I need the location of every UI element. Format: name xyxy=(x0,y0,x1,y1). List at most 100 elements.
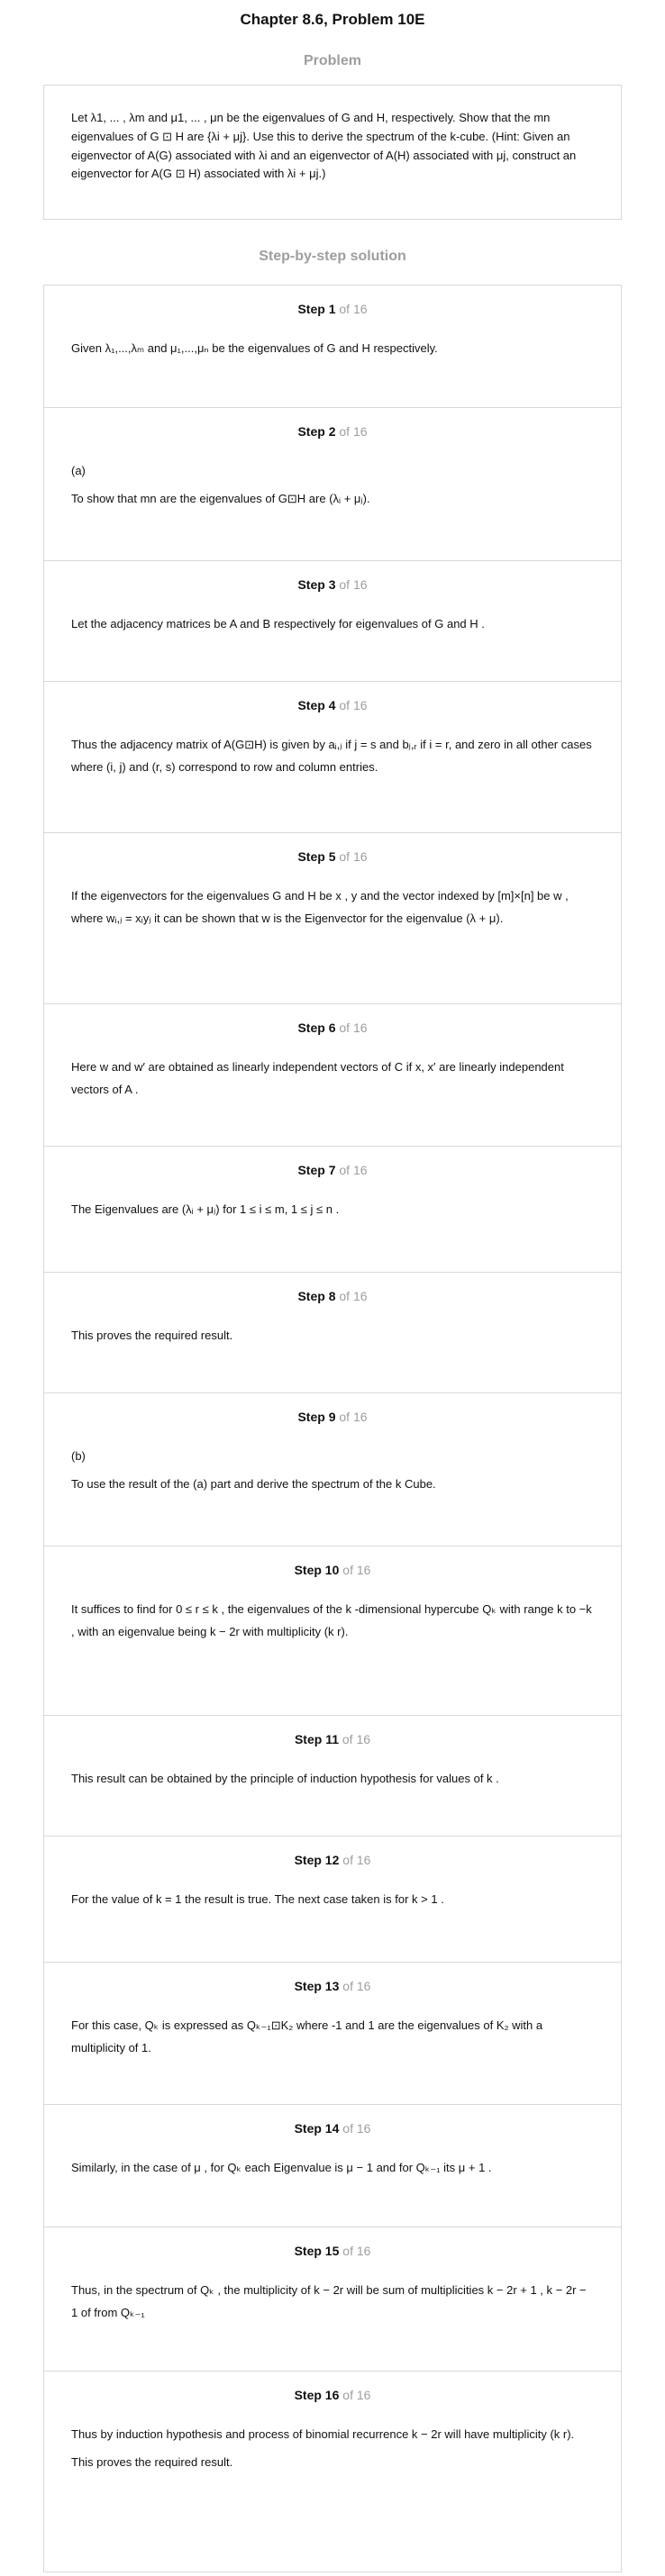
step-label: Step 10 xyxy=(294,1563,340,1577)
problem-heading: Problem xyxy=(303,53,361,68)
step-header: Step 1 of 16 xyxy=(71,300,594,318)
solution-step: Step 12 of 16 For the value of k = 1 the … xyxy=(44,1837,621,1963)
step-text: To use the result of the (a) part and de… xyxy=(71,1476,436,1491)
solution-step: Step 9 of 16 (b) To use the result of the … xyxy=(44,1393,621,1547)
step-text: For this case, Qₖ is expressed as Qₖ₋₁⊡K… xyxy=(71,2018,543,2054)
step-label: Step 3 xyxy=(297,577,336,592)
step-count: of 16 xyxy=(339,1410,368,1424)
step-body: This proves the required result. xyxy=(71,1325,594,1347)
step-body: If the eigenvectors for the eigenvalues … xyxy=(71,885,594,930)
step-header: Step 4 of 16 xyxy=(71,696,594,714)
step-text: Thus the adjacency matrix of A(G⊡H) is g… xyxy=(71,738,592,774)
step-header: Step 2 of 16 xyxy=(71,422,594,440)
step-body: For the value of k = 1 the result is tru… xyxy=(71,1889,594,1911)
step-text: It suffices to find for 0 ≤ r ≤ k , the … xyxy=(71,1602,592,1638)
solution-step: Step 8 of 16 This proves the required res… xyxy=(44,1273,621,1393)
step-text: Thus, in the spectrum of Qₖ , the multip… xyxy=(71,2283,587,2319)
step-label: Step 5 xyxy=(297,849,336,864)
step-count: of 16 xyxy=(342,2121,371,2136)
solution-step: Step 11 of 16 This result can be obtained… xyxy=(44,1716,621,1837)
step-text: Here w and w′ are obtained as linearly i… xyxy=(71,1060,564,1096)
step-text: This proves the required result. xyxy=(71,2454,233,2469)
step-header: Step 12 of 16 xyxy=(71,1851,594,1869)
solution-step: Step 5 of 16 If the eigenvectors for the … xyxy=(44,833,621,1004)
step-text: To show that mn are the eigenvalues of G… xyxy=(71,491,370,505)
step-text: Thus by induction hypothesis and process… xyxy=(71,2427,575,2441)
step-text: This result can be obtained by the princ… xyxy=(71,1772,499,1785)
step-header: Step 5 of 16 xyxy=(71,848,594,866)
step-label: Step 14 xyxy=(294,2121,340,2136)
step-header: Step 16 of 16 xyxy=(71,2386,594,2404)
step-body: Thus by induction hypothesis and process… xyxy=(71,2424,594,2473)
step-text: If the eigenvectors for the eigenvalues … xyxy=(71,889,569,925)
step-label: Step 2 xyxy=(297,424,336,439)
step-count: of 16 xyxy=(342,1853,371,1867)
solution-step: Step 15 of 16 Thus, in the spectrum of Qₖ… xyxy=(44,2227,621,2372)
solution-step: Step 3 of 16 Let the adjacency matrices b… xyxy=(44,561,621,682)
step-header: Step 6 of 16 xyxy=(71,1019,594,1037)
step-header: Step 9 of 16 xyxy=(71,1408,594,1426)
step-count: of 16 xyxy=(339,424,368,439)
step-count: of 16 xyxy=(342,1979,371,1993)
step-body: The Eigenvalues are (λᵢ + μⱼ) for 1 ≤ i … xyxy=(71,1199,594,1221)
step-body: Thus, in the spectrum of Qₖ , the multip… xyxy=(71,2280,594,2324)
step-text: The Eigenvalues are (λᵢ + μⱼ) for 1 ≤ i … xyxy=(71,1202,340,1216)
step-label: Step 8 xyxy=(297,1289,336,1303)
step-header: Step 14 of 16 xyxy=(71,2119,594,2137)
step-header: Step 8 of 16 xyxy=(71,1287,594,1305)
solution-step: Step 14 of 16 Similarly, in the case of μ… xyxy=(44,2105,621,2227)
step-count: of 16 xyxy=(342,1563,371,1577)
solution-step: Step 7 of 16 The Eigenvalues are (λᵢ + μⱼ… xyxy=(44,1147,621,1273)
problem-statement: Let λ1, ... , λm and μ1, ... , μn be the… xyxy=(43,85,622,220)
step-header: Step 13 of 16 xyxy=(71,1977,594,1995)
step-body: For this case, Qₖ is expressed as Qₖ₋₁⊡K… xyxy=(71,2015,594,2059)
step-text: Let the adjacency matrices be A and B re… xyxy=(71,617,485,630)
chapter-title: Chapter 8.6, Problem 10E xyxy=(240,11,425,28)
step-label: Step 15 xyxy=(294,2244,340,2258)
step-header: Step 3 of 16 xyxy=(71,576,594,594)
solution-step: Step 10 of 16 It suffices to find for 0 ≤… xyxy=(44,1547,621,1716)
step-text: Given λ₁,...,λₘ and μ₁,...,μₙ be the eig… xyxy=(71,341,438,355)
step-body: Given λ₁,...,λₘ and μ₁,...,μₙ be the eig… xyxy=(71,338,594,360)
step-count: of 16 xyxy=(339,1020,368,1035)
solution-page: Chapter 8.6, Problem 10E Problem Let λ1,… xyxy=(0,0,665,2572)
solution-step: Step 1 of 16 Given λ₁,...,λₘ and μ₁,...,μ… xyxy=(44,286,621,408)
solution-step: Step 2 of 16 (a) To show that mn are the e… xyxy=(44,408,621,561)
step-count: of 16 xyxy=(342,1732,371,1746)
step-label: Step 16 xyxy=(294,2388,340,2402)
step-text: This proves the required result. xyxy=(71,1329,233,1342)
step-count: of 16 xyxy=(339,1289,368,1303)
step-body: Thus the adjacency matrix of A(G⊡H) is g… xyxy=(71,734,594,778)
step-label: Step 4 xyxy=(297,698,336,712)
step-count: of 16 xyxy=(339,577,368,592)
step-body: It suffices to find for 0 ≤ r ≤ k , the … xyxy=(71,1599,594,1643)
step-label: Step 6 xyxy=(297,1020,336,1035)
step-text: For the value of k = 1 the result is tru… xyxy=(71,1892,444,1906)
step-body: (a) To show that mn are the eigenvalues o… xyxy=(71,460,594,510)
solution-step: Step 6 of 16 Here w and w′ are obtained a… xyxy=(44,1004,621,1147)
step-label: Step 1 xyxy=(297,302,336,316)
step-count: of 16 xyxy=(342,2388,371,2402)
step-header: Step 15 of 16 xyxy=(71,2242,594,2260)
step-header: Step 10 of 16 xyxy=(71,1561,594,1579)
solution-step: Step 16 of 16 Thus by induction hypothesi… xyxy=(44,2372,621,2571)
step-header: Step 11 of 16 xyxy=(71,1730,594,1748)
step-body: This result can be obtained by the princ… xyxy=(71,1768,594,1791)
step-count: of 16 xyxy=(342,2244,371,2258)
step-label: Step 12 xyxy=(294,1853,340,1867)
step-text: (a) xyxy=(71,464,86,477)
step-body: Here w and w′ are obtained as linearly i… xyxy=(71,1057,594,1101)
step-label: Step 7 xyxy=(297,1163,336,1177)
solution-heading: Step-by-step solution xyxy=(259,249,406,264)
step-count: of 16 xyxy=(339,698,368,712)
step-count: of 16 xyxy=(339,1163,368,1177)
step-body: Let the adjacency matrices be A and B re… xyxy=(71,613,594,636)
steps-container: Step 1 of 16 Given λ₁,...,λₘ and μ₁,...,μ… xyxy=(43,285,622,2572)
step-label: Step 11 xyxy=(294,1732,339,1746)
solution-step: Step 4 of 16 Thus the adjacency matrix of… xyxy=(44,682,621,833)
step-body: Similarly, in the case of μ , for Qₖ eac… xyxy=(71,2157,594,2180)
step-header: Step 7 of 16 xyxy=(71,1161,594,1179)
step-count: of 16 xyxy=(339,302,368,316)
step-label: Step 9 xyxy=(297,1410,336,1424)
step-label: Step 13 xyxy=(294,1979,340,1993)
